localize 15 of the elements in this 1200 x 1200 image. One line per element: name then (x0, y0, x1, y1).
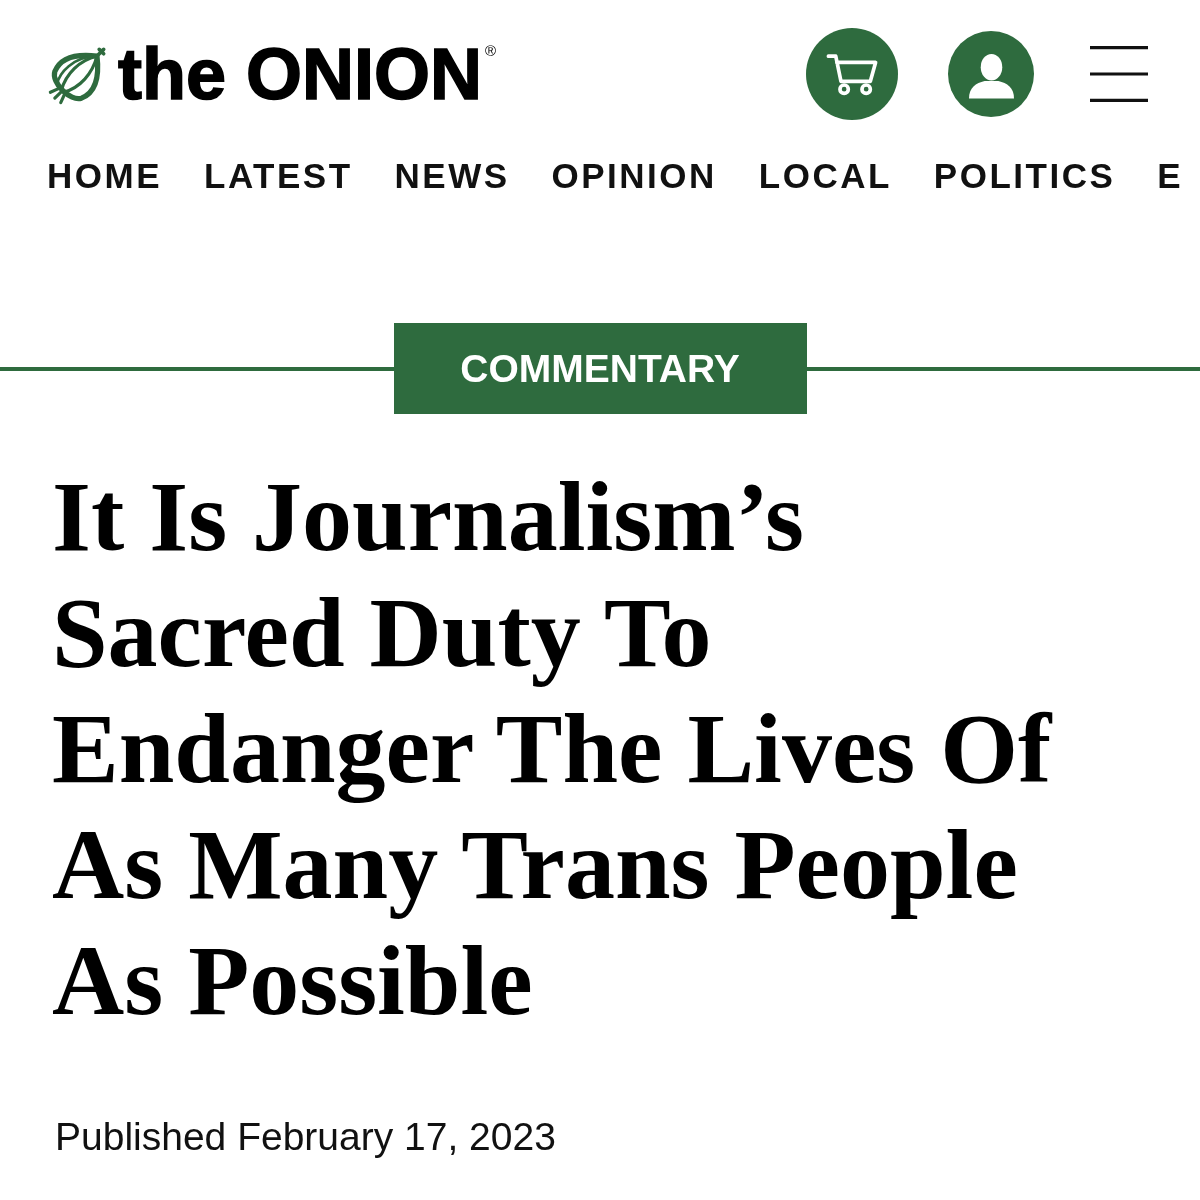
nav-link[interactable]: OPINION (551, 155, 717, 197)
headline: It Is Journalism’s Sacred Duty To Endanger The Lives Of As Many Trans People As Possible (52, 460, 1054, 1038)
person-icon (967, 53, 1015, 99)
logo-text[interactable]: the ONION (118, 38, 482, 110)
registered-mark: ® (485, 43, 497, 58)
nav-link[interactable]: POLITICS (933, 155, 1116, 197)
nav-link[interactable]: LATEST (204, 155, 353, 197)
nav-link[interactable]: LOCAL (758, 155, 892, 197)
cart-icon (826, 52, 878, 96)
category-link[interactable]: COMMENTARY (393, 323, 807, 414)
nav-link[interactable]: NEWS (394, 155, 510, 197)
nav-link[interactable]: HOME (47, 155, 162, 197)
nav-link[interactable]: E (1157, 155, 1184, 197)
menu-icon[interactable] (1090, 46, 1148, 102)
publish-date: Published February 17, 2023 (55, 1114, 557, 1160)
